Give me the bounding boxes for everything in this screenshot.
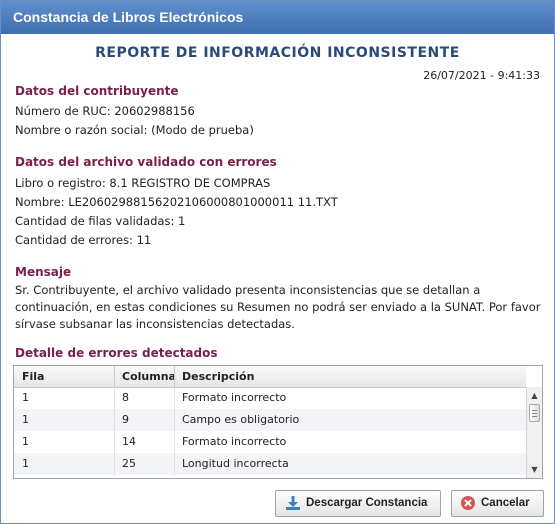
cell-fila: 1	[22, 391, 29, 404]
column-divider	[114, 387, 115, 409]
table-row[interactable]: 1 25 Longitud incorrecta	[14, 453, 526, 475]
cell-descripcion: Formato incorrecto	[182, 435, 287, 448]
column-divider	[114, 409, 115, 431]
archivo-nombre-text: Nombre: LE20602988156202106000801000011 …	[15, 195, 338, 209]
cell-columna: 8	[122, 391, 129, 404]
cancel-button-label: Cancelar	[481, 497, 530, 509]
cell-columna: 14	[122, 435, 136, 448]
cancel-button[interactable]: Cancelar	[451, 490, 544, 517]
report-title: REPORTE DE INFORMACIÓN INCONSISTENTE	[95, 45, 460, 61]
column-divider	[114, 366, 115, 387]
grip-line	[532, 413, 537, 414]
mensaje-text: Sr. Contribuyente, el archivo validado p…	[15, 283, 541, 331]
column-divider	[114, 453, 115, 475]
cell-descripcion: Formato incorrecto	[182, 391, 287, 404]
window-title: Constancia de Libros Electrónicos	[1, 1, 554, 34]
table-row[interactable]: 1 9 Campo es obligatorio	[14, 409, 526, 431]
scroll-up-icon[interactable]: ▲	[529, 390, 540, 401]
cell-fila: 1	[22, 457, 29, 470]
errores-table: Fila Columna Descripción 1 8 Formato inc…	[13, 365, 543, 479]
report-timestamp: 26/07/2021 - 9:41:33	[423, 69, 540, 82]
column-divider	[174, 409, 175, 431]
razon-social-text: Nombre o razón social: (Modo de prueba)	[15, 123, 254, 137]
download-button[interactable]: Descargar Constancia	[275, 490, 441, 517]
libro-text: Libro o registro: 8.1 REGISTRO DE COMPRA…	[15, 176, 271, 190]
table-header: Fila Columna Descripción	[14, 366, 526, 388]
column-columna[interactable]: Columna	[122, 366, 176, 387]
section-mensaje: Mensaje	[15, 265, 72, 279]
table-row[interactable]: 1 14 Formato incorrecto	[14, 431, 526, 453]
cantidad-errores-text: Cantidad de errores: 11	[15, 233, 152, 247]
column-divider	[174, 431, 175, 453]
dialog-window: Constancia de Libros Electrónicos REPORT…	[0, 0, 555, 524]
cell-descripcion: Longitud incorrecta	[182, 457, 289, 470]
table-row[interactable]: 1 8 Formato incorrecto	[14, 387, 526, 409]
column-descripcion[interactable]: Descripción	[182, 366, 254, 387]
filas-validadas-text: Cantidad de filas validadas: 1	[15, 214, 186, 228]
column-divider	[174, 453, 175, 475]
grip-line	[532, 410, 537, 411]
scroll-down-icon[interactable]: ▼	[529, 464, 540, 475]
grip-line	[532, 416, 537, 417]
column-fila[interactable]: Fila	[22, 366, 44, 387]
ruc-text: Número de RUC: 20602988156	[15, 104, 195, 118]
section-errores: Detalle de errores detectados	[15, 346, 218, 360]
table-scrollbar[interactable]: ▲ ▼	[526, 387, 542, 478]
section-archivo: Datos del archivo validado con errores	[15, 155, 277, 169]
cell-descripcion: Campo es obligatorio	[182, 413, 300, 426]
scrollbar-thumb[interactable]	[529, 404, 540, 422]
cell-fila: 1	[22, 413, 29, 426]
cell-columna: 9	[122, 413, 129, 426]
column-divider	[174, 366, 175, 387]
cell-columna: 25	[122, 457, 136, 470]
column-divider	[114, 431, 115, 453]
download-icon	[286, 496, 300, 510]
section-contribuyente: Datos del contribuyente	[15, 84, 179, 98]
close-icon	[461, 496, 475, 510]
column-divider	[174, 387, 175, 409]
download-button-label: Descargar Constancia	[306, 497, 428, 509]
cell-fila: 1	[22, 435, 29, 448]
